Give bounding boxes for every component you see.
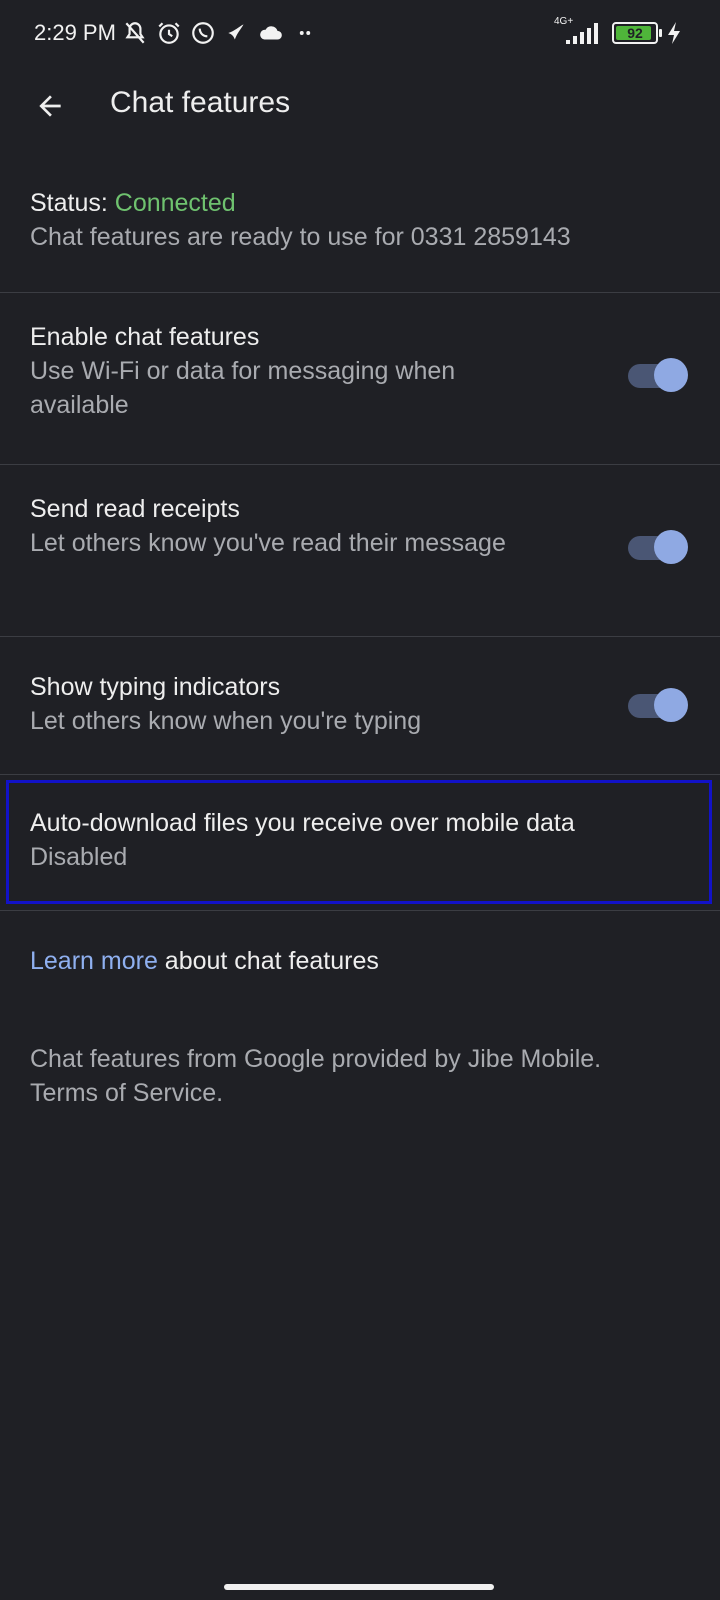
system-icons: 4G+ 92	[554, 16, 682, 46]
battery-icon: 92	[612, 22, 662, 44]
learn-more-link[interactable]: Learn more	[30, 947, 158, 975]
status-value: Connected	[114, 189, 236, 217]
setting-title: Enable chat features	[30, 323, 260, 351]
show-typing-indicators-toggle[interactable]	[628, 688, 688, 722]
divider	[0, 910, 720, 911]
muted-bell-icon	[125, 22, 145, 44]
setting-subtitle: Let others know you've read their messag…	[30, 529, 506, 557]
footer-text: Chat features from Google provided by Ji…	[30, 1045, 602, 1107]
whatsapp-icon	[192, 22, 214, 44]
signal-icon: 4G+	[554, 16, 604, 46]
status-description: Chat features are ready to use for 0331 …	[30, 223, 571, 251]
divider	[0, 774, 720, 775]
charging-icon	[668, 22, 680, 44]
app-bar: Chat features	[0, 72, 720, 140]
arrow-back-icon	[39, 95, 61, 117]
telenor-icon	[228, 24, 244, 40]
battery-tip	[659, 29, 662, 37]
learn-more: Learn more about chat features	[0, 944, 720, 978]
status-bar: 2:29 PM 4G+ 92	[0, 0, 720, 72]
network-type: 4G+	[554, 16, 574, 27]
send-read-receipts-toggle[interactable]	[628, 530, 688, 564]
status-label: Status:	[30, 189, 115, 217]
cloud-icon	[260, 26, 282, 40]
more-dots-icon	[299, 31, 311, 35]
setting-show-typing-indicators[interactable]: Show typing indicators Let others know w…	[0, 636, 720, 774]
learn-more-text: about chat features	[157, 947, 379, 975]
toggle-thumb	[654, 358, 688, 392]
battery-level: 92	[627, 25, 643, 41]
alarm-icon	[158, 22, 180, 44]
setting-subtitle: Use Wi-Fi or data for messaging when ava…	[30, 357, 456, 419]
setting-title: Send read receipts	[30, 495, 240, 523]
setting-title: Show typing indicators	[30, 673, 281, 701]
notification-icons	[122, 20, 318, 46]
connection-status: Status: Connected Chat features are read…	[0, 186, 720, 254]
page-title: Chat features	[110, 86, 291, 119]
toggle-thumb	[654, 530, 688, 564]
footer-info: Chat features from Google provided by Ji…	[0, 1042, 640, 1110]
setting-enable-chat-features[interactable]: Enable chat features Use Wi-Fi or data f…	[0, 292, 720, 464]
home-indicator[interactable]	[224, 1584, 494, 1590]
status-time: 2:29 PM	[34, 20, 116, 45]
enable-chat-features-toggle[interactable]	[628, 358, 688, 392]
selection-highlight	[6, 780, 712, 904]
setting-subtitle: Let others know when you're typing	[30, 707, 422, 735]
back-button[interactable]	[28, 84, 72, 128]
setting-send-read-receipts[interactable]: Send read receipts Let others know you'v…	[0, 464, 720, 636]
toggle-thumb	[654, 688, 688, 722]
